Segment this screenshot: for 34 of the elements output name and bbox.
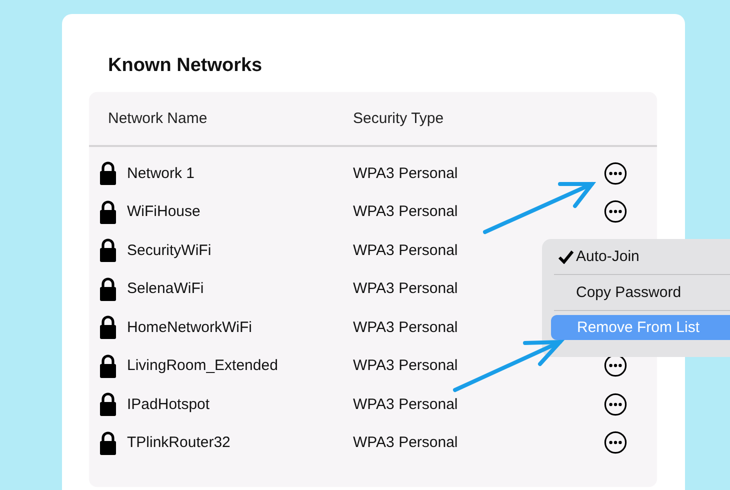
security-type: WPA3 Personal	[353, 434, 459, 452]
network-name: Network 1	[127, 164, 196, 182]
lock-icon	[100, 276, 116, 301]
security-type: WPA3 Personal	[353, 396, 459, 413]
security-type: WPA3 Personal	[353, 203, 459, 220]
menu-item[interactable]: Auto-Join	[554, 239, 730, 275]
lock-icon	[100, 392, 116, 416]
more-button[interactable]	[604, 200, 627, 224]
network-name: SelenaWiFi	[127, 280, 205, 298]
lock-icon	[100, 315, 116, 340]
lock-icon	[100, 161, 116, 186]
network-name: WiFiHouse	[127, 203, 202, 220]
security-type: WPA3 Personal	[353, 164, 459, 182]
security-type: WPA3 Personal	[353, 318, 459, 336]
lock-icon	[100, 238, 116, 262]
lock-icon	[100, 430, 116, 455]
security-type: WPA3 Personal	[353, 357, 459, 374]
network-name: HomeNetworkWiFi	[127, 318, 254, 336]
security-type: WPA3 Personal	[353, 280, 459, 298]
more-button[interactable]	[604, 431, 627, 454]
more-button[interactable]	[604, 392, 627, 416]
security-type: WPA3 Personal	[353, 242, 459, 259]
more-button[interactable]	[604, 354, 627, 378]
network-name: SecurityWiFi	[127, 242, 212, 259]
lock-icon	[100, 354, 116, 378]
column-header: Network Name	[108, 110, 208, 127]
network-name: TPlinkRouter32	[127, 434, 232, 452]
network-name: LivingRoom_Extended	[127, 357, 279, 374]
network-name: IPadHotspot	[127, 396, 211, 413]
lock-icon	[100, 200, 116, 224]
more-button[interactable]	[604, 162, 627, 185]
page-title: Known Networks	[108, 54, 262, 78]
column-header: Security Type	[353, 110, 444, 127]
menu-item[interactable]: Copy Password	[554, 275, 730, 311]
